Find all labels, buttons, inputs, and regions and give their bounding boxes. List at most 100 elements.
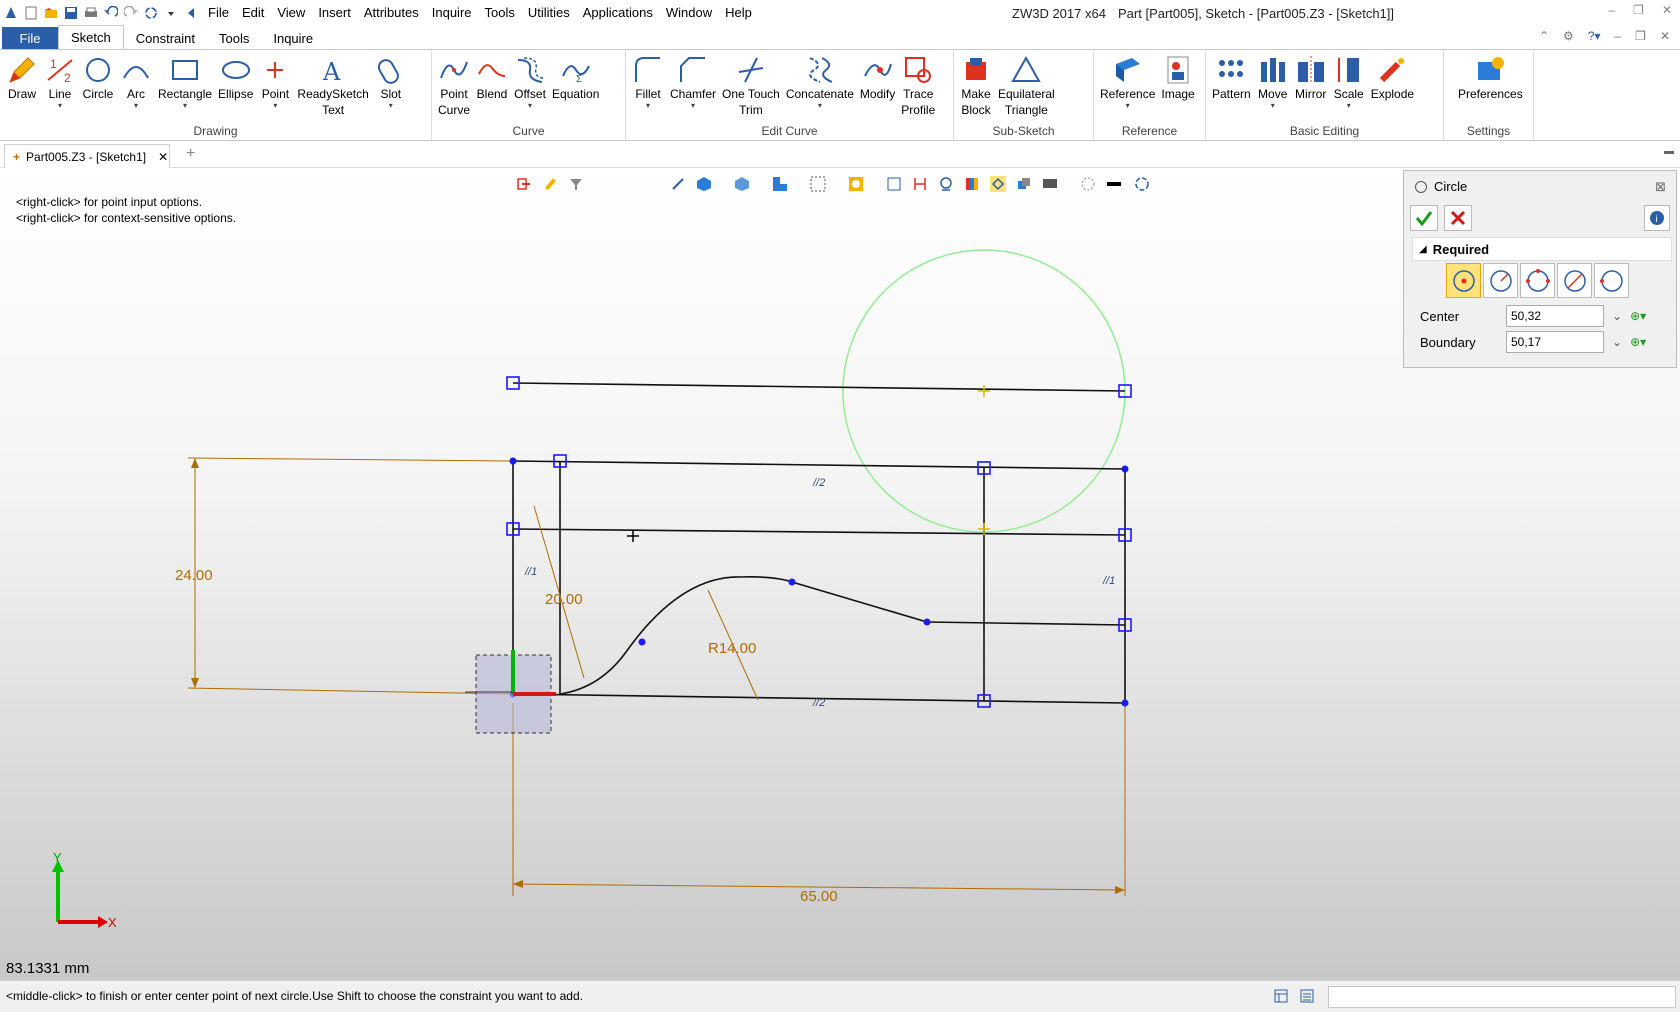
menu-applications[interactable]: Applications xyxy=(583,5,653,20)
menu-utilities[interactable]: Utilities xyxy=(528,5,570,20)
make-block-label-2: Block xyxy=(961,103,991,117)
cancel-button[interactable] xyxy=(1444,205,1472,231)
doc-close-icon[interactable]: ✕ xyxy=(1660,29,1670,43)
chamfer-label: Chamfer xyxy=(670,87,717,101)
parallel-2-top-mark: //2 xyxy=(812,477,825,489)
panel-close-icon[interactable]: ⊠ xyxy=(1655,179,1666,195)
tab-inquire[interactable]: Inquire xyxy=(261,27,325,49)
y-axis-label: Y xyxy=(53,850,62,865)
explode-icon xyxy=(1380,58,1405,83)
back-arrow-icon[interactable] xyxy=(184,6,198,20)
one-touch-label-2: Trim xyxy=(739,103,763,117)
radius-dimension-text[interactable]: R14.00 xyxy=(708,640,756,657)
menu-edit[interactable]: Edit xyxy=(242,5,264,20)
doc-minimize-icon[interactable]: – xyxy=(1614,29,1621,43)
help-icon[interactable]: ?▾ xyxy=(1588,29,1601,43)
move-label: Move xyxy=(1258,87,1288,101)
center-expand-icon[interactable]: ⌄ xyxy=(1612,309,1622,323)
group-drawing-label: Drawing xyxy=(193,124,238,138)
collapse-ribbon-icon[interactable]: ⌃ xyxy=(1539,29,1549,43)
settings-gear-icon[interactable]: ⚙ xyxy=(1563,29,1574,43)
rotate-icon[interactable] xyxy=(144,6,158,20)
boundary-expand-icon[interactable]: ⌄ xyxy=(1612,335,1622,349)
tab-constraint[interactable]: Constraint xyxy=(124,27,207,49)
point-dots[interactable] xyxy=(509,457,1129,707)
menu-inquire[interactable]: Inquire xyxy=(432,5,472,20)
axis-indicator: Y X xyxy=(52,850,117,930)
open-file-icon[interactable] xyxy=(44,6,58,20)
dropdown-arrow-icon[interactable] xyxy=(164,6,178,20)
close-tab-icon[interactable]: ✕ xyxy=(158,150,168,164)
top-line xyxy=(512,382,1126,392)
center-pick-icon[interactable]: ⊕▾ xyxy=(1630,309,1646,323)
group-sub-sketch-label: Sub-Sketch xyxy=(992,124,1055,138)
x-icon xyxy=(1450,210,1466,226)
endpoint-handles[interactable] xyxy=(506,376,1132,708)
mode-center-edge-button[interactable] xyxy=(1483,263,1518,298)
group-drawing: Draw 1 2 Line ▾ Circle Arc ▾ Rectangle ▾ Elli… xyxy=(0,50,432,140)
new-tab-icon[interactable]: + xyxy=(186,145,195,163)
parallel-1-left-mark: //1 xyxy=(524,566,537,578)
blend-icon xyxy=(478,64,506,77)
line-icon: 12 xyxy=(47,57,73,85)
menu-file[interactable]: File xyxy=(208,5,229,20)
menu-window[interactable]: Window xyxy=(666,5,712,20)
boundary-pick-icon[interactable]: ⊕▾ xyxy=(1630,335,1646,349)
height-dimension xyxy=(187,457,514,695)
height-dimension-text[interactable]: 24.00 xyxy=(175,567,213,584)
tab-list-icon[interactable]: ▬ xyxy=(1664,146,1674,157)
mode-center-radius-button[interactable] xyxy=(1446,263,1481,298)
document-tab[interactable]: + Part005.Z3 - [Sketch1] ✕ xyxy=(4,144,170,168)
slot-label: Slot xyxy=(380,87,402,101)
window-controls: – ❐ ✕ xyxy=(1608,3,1672,17)
middle-line xyxy=(512,528,1126,536)
print-icon[interactable] xyxy=(84,6,98,20)
group-curve-label: Curve xyxy=(512,124,545,138)
make-block-label: Make xyxy=(961,87,991,101)
required-label: Required xyxy=(1432,241,1490,257)
status-text: <middle-click> to finish or enter center… xyxy=(6,989,583,1003)
move-icon xyxy=(1260,58,1285,82)
mode-tangent-button[interactable] xyxy=(1594,263,1629,298)
tab-sketch[interactable]: Sketch xyxy=(58,25,124,49)
fillet-label: Fillet xyxy=(635,87,661,101)
group-edit-curve: Fillet ▾ Chamfer ▾ One Touch Trim Concatena… xyxy=(626,50,954,140)
close-icon[interactable]: ✕ xyxy=(1662,3,1672,17)
width-dimension-text[interactable]: 65.00 xyxy=(800,888,838,905)
part-icon: + xyxy=(13,149,21,164)
required-section-header[interactable]: ◢ Required xyxy=(1412,237,1672,261)
diameter-dimension-text[interactable]: 20.00 xyxy=(545,591,583,608)
new-file-icon[interactable] xyxy=(24,6,38,20)
center-input[interactable] xyxy=(1506,305,1604,327)
blend-label: Blend xyxy=(476,87,508,101)
command-input-field[interactable] xyxy=(1328,986,1676,1008)
svg-text:2: 2 xyxy=(64,71,71,85)
undo-icon[interactable] xyxy=(104,5,119,20)
list-icon[interactable] xyxy=(1299,988,1315,1004)
circle-center-marker xyxy=(978,385,990,397)
concatenate-icon xyxy=(809,57,833,83)
minimize-icon[interactable]: – xyxy=(1608,3,1615,17)
redo-icon[interactable] xyxy=(123,5,138,20)
ok-button[interactable] xyxy=(1410,205,1438,231)
tab-file[interactable]: File xyxy=(2,27,58,49)
menu-tools[interactable]: Tools xyxy=(485,5,515,20)
menu-attributes[interactable]: Attributes xyxy=(364,5,419,20)
info-button[interactable]: i xyxy=(1644,205,1670,231)
menu-view[interactable]: View xyxy=(277,5,305,20)
ribbon-tab-bar: File Sketch Constraint Tools Inquire ⌃ ⚙… xyxy=(0,25,1680,49)
readysketch-label-2: Text xyxy=(322,103,345,117)
menu-insert[interactable]: Insert xyxy=(318,5,351,20)
app-logo-icon[interactable] xyxy=(4,6,18,20)
mode-two-point-button[interactable] xyxy=(1557,263,1592,298)
tab-tools[interactable]: Tools xyxy=(207,27,261,49)
save-icon[interactable] xyxy=(64,6,78,20)
menu-help[interactable]: Help xyxy=(725,5,752,20)
mode-three-point-button[interactable] xyxy=(1520,263,1555,298)
restore-icon[interactable]: ❐ xyxy=(1633,3,1644,17)
doc-restore-icon[interactable]: ❐ xyxy=(1635,29,1646,43)
layout-icon[interactable] xyxy=(1273,988,1289,1004)
point-curve-label: Point xyxy=(440,87,468,101)
boundary-input[interactable] xyxy=(1506,331,1604,353)
ribbon: Draw 1 2 Line ▾ Circle Arc ▾ Rectangle ▾ Elli… xyxy=(0,49,1680,141)
